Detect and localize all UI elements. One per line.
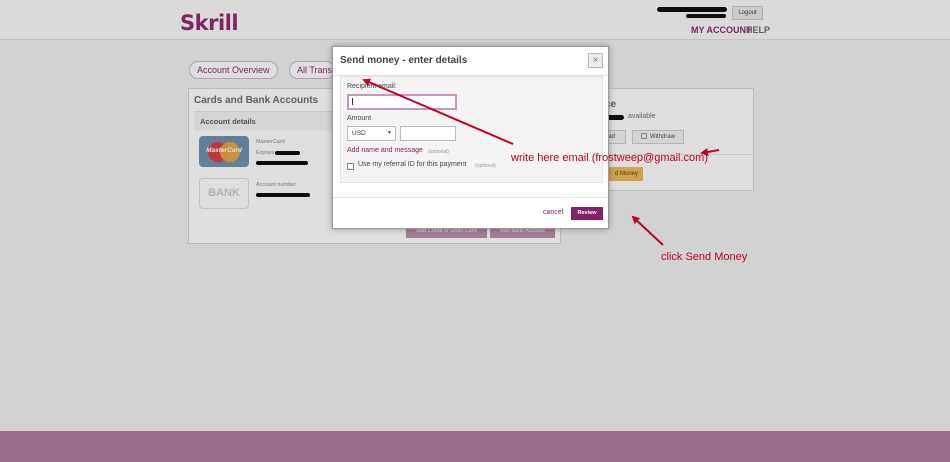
send-money-annotation: click Send Money — [661, 251, 748, 263]
arrow-to-email-field — [362, 78, 514, 145]
arrow-to-send-money — [631, 215, 664, 246]
email-hint-annotation: write here email (frostweep@gmail.com) — [511, 152, 709, 164]
annotation-arrows — [362, 78, 720, 246]
